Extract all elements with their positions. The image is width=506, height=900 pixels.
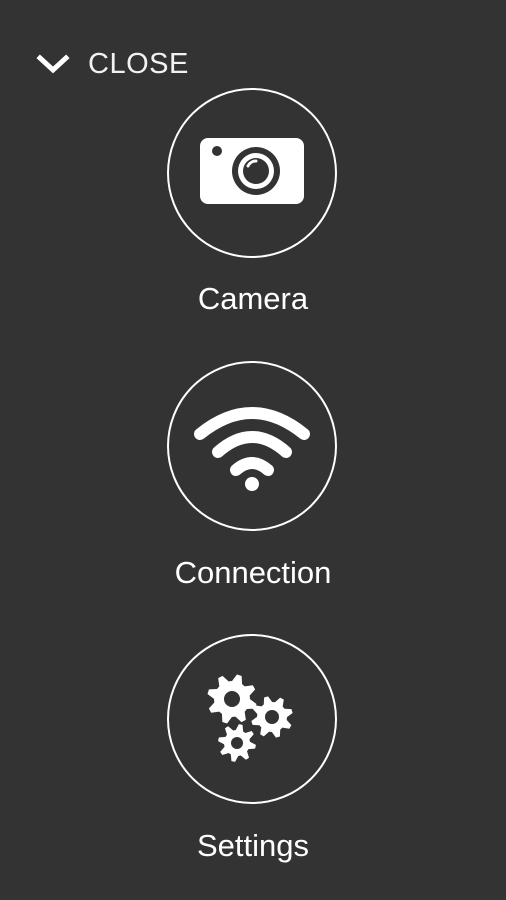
camera-icon — [200, 137, 304, 209]
camera-circle-button[interactable] — [167, 88, 337, 258]
close-label: CLOSE — [88, 47, 189, 80]
chevron-down-icon — [36, 53, 70, 75]
settings-label: Settings — [196, 828, 309, 863]
gears-icon — [202, 667, 302, 772]
menu-item-connection[interactable]: Connection — [0, 361, 506, 591]
camera-label: Camera — [197, 281, 309, 316]
wifi-icon — [192, 396, 312, 497]
connection-circle-button[interactable] — [167, 361, 337, 531]
menu-item-settings[interactable]: Settings — [0, 634, 506, 864]
menu-item-camera[interactable]: Camera — [0, 88, 506, 318]
settings-circle-button[interactable] — [167, 634, 337, 804]
close-button[interactable]: CLOSE — [36, 44, 189, 84]
connection-label: Connection — [174, 555, 332, 590]
